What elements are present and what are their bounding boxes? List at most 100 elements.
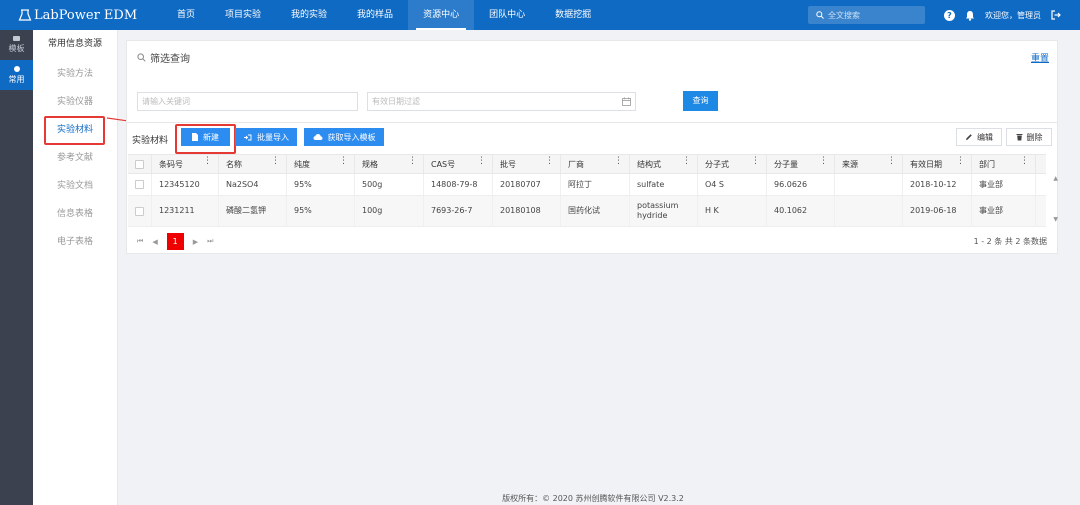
- table-cell: 500g: [355, 174, 424, 195]
- col-batch[interactable]: 批号 ⋮: [493, 155, 561, 173]
- col-source[interactable]: 来源 ⋮: [835, 155, 903, 173]
- global-search[interactable]: [808, 6, 925, 24]
- nav-data-mining[interactable]: 数据挖掘: [540, 0, 606, 30]
- calendar-icon[interactable]: [622, 97, 631, 106]
- current-page-button[interactable]: 1: [166, 233, 184, 250]
- submenu-item-methods[interactable]: 实验方法: [33, 60, 117, 88]
- table-cell: 阿拉丁: [561, 174, 630, 195]
- col-label: 规格: [362, 159, 378, 169]
- row-select-cell: [128, 196, 152, 226]
- cloud-download-icon: [313, 134, 322, 140]
- column-menu-icon[interactable]: ⋮: [203, 157, 212, 166]
- column-menu-icon[interactable]: ⋮: [477, 157, 486, 166]
- submenu-item-references[interactable]: 参考文献: [33, 144, 117, 172]
- menu-highlight-box: [44, 116, 105, 145]
- col-mol-weight[interactable]: 分子量 ⋮: [767, 155, 835, 173]
- column-menu-icon[interactable]: ⋮: [887, 157, 896, 166]
- col-department[interactable]: 部门 ⋮: [972, 155, 1036, 173]
- col-purity[interactable]: 纯度 ⋮: [287, 155, 355, 173]
- col-cas[interactable]: CAS号 ⋮: [424, 155, 493, 173]
- last-page-icon[interactable]: ⏭: [207, 237, 213, 246]
- prev-page-icon[interactable]: ◀: [152, 238, 157, 246]
- table-row[interactable]: 12345120 Na2SO4 95% 500g 14808-79-8 2018…: [128, 174, 1046, 196]
- column-menu-icon[interactable]: ⋮: [682, 157, 691, 166]
- pagination: ⏮ ◀ 1 ▶ ⏭: [137, 233, 222, 250]
- nav-home[interactable]: 首页: [162, 0, 210, 30]
- col-manufacturer[interactable]: 厂商 ⋮: [561, 155, 630, 173]
- new-file-icon: [192, 133, 198, 141]
- logout-icon[interactable]: [1051, 10, 1061, 20]
- search-icon: [137, 53, 146, 62]
- submenu-item-info-forms[interactable]: 信息表格: [33, 200, 117, 228]
- nav-resource-center[interactable]: 资源中心: [408, 0, 475, 30]
- submenu-item-documents[interactable]: 实验文档: [33, 172, 117, 200]
- trash-icon: [1016, 134, 1022, 141]
- col-barcode[interactable]: 条码号 ⋮: [152, 155, 219, 173]
- help-icon[interactable]: ?: [944, 9, 955, 21]
- table-cell: sulfate: [630, 174, 698, 195]
- column-menu-icon[interactable]: ⋮: [614, 157, 623, 166]
- app-logo[interactable]: LabPower EDM: [0, 8, 160, 23]
- keyword-input[interactable]: [138, 93, 357, 110]
- column-menu-icon[interactable]: ⋮: [408, 157, 417, 166]
- col-formula[interactable]: 分子式 ⋮: [698, 155, 767, 173]
- table-cell: 100g: [355, 196, 424, 226]
- nav-my-samples[interactable]: 我的样品: [342, 0, 408, 30]
- table-row[interactable]: 1231211 磷酸二氢钾 95% 100g 7693-26-7 2018010…: [128, 196, 1046, 227]
- welcome-user[interactable]: 欢迎您，管理员: [985, 10, 1041, 21]
- nav-team-center[interactable]: 团队中心: [474, 0, 540, 30]
- scroll-down-arrow-icon[interactable]: ▼: [1053, 216, 1058, 223]
- row-checkbox[interactable]: [135, 180, 144, 189]
- table-cell: 事业部: [972, 196, 1036, 226]
- column-menu-icon[interactable]: ⋮: [1020, 157, 1029, 166]
- logo-flask-icon: [18, 9, 32, 21]
- col-name[interactable]: 名称 ⋮: [219, 155, 287, 173]
- table-cell: O4 S: [698, 174, 767, 195]
- new-button[interactable]: 新建: [181, 128, 230, 146]
- column-menu-icon[interactable]: ⋮: [339, 157, 348, 166]
- column-menu-icon[interactable]: ⋮: [271, 157, 280, 166]
- get-template-button[interactable]: 获取导入模板: [304, 128, 384, 146]
- query-button[interactable]: 查询: [683, 91, 718, 111]
- col-label: 条码号: [159, 159, 183, 169]
- submenu-item-spreadsheets[interactable]: 电子表格: [33, 228, 117, 256]
- top-bar: LabPower EDM 首页 项目实验 我的实验 我的样品 资源中心 团队中心…: [0, 0, 1080, 30]
- col-label: 有效日期: [910, 159, 942, 169]
- nav-project-experiments[interactable]: 项目实验: [210, 0, 276, 30]
- submenu-item-instruments[interactable]: 实验仪器: [33, 88, 117, 116]
- delete-button[interactable]: 删除: [1006, 128, 1052, 146]
- global-search-input[interactable]: [828, 10, 918, 20]
- date-filter-input[interactable]: [368, 93, 635, 110]
- filter-title-text: 筛选查询: [150, 54, 190, 65]
- next-page-icon[interactable]: ▶: [193, 238, 198, 246]
- keyword-field[interactable]: [137, 92, 358, 111]
- col-structure[interactable]: 结构式 ⋮: [630, 155, 698, 173]
- rail-item-templates[interactable]: 模板: [0, 30, 33, 60]
- reset-link[interactable]: 重置: [1031, 51, 1049, 64]
- new-button-label: 新建: [203, 132, 219, 142]
- col-spec[interactable]: 规格 ⋮: [355, 155, 424, 173]
- col-label: 结构式: [637, 159, 661, 169]
- table-cell: 事业部: [972, 174, 1036, 195]
- search-icon: [816, 11, 824, 19]
- edit-button[interactable]: 编辑: [956, 128, 1002, 146]
- date-filter-field[interactable]: [367, 92, 636, 111]
- column-menu-icon[interactable]: ⋮: [819, 157, 828, 166]
- column-menu-icon[interactable]: ⋮: [751, 157, 760, 166]
- batch-import-button[interactable]: 批量导入: [235, 128, 297, 146]
- col-expiry[interactable]: 有效日期 ⋮: [903, 155, 972, 173]
- bell-icon[interactable]: [965, 10, 975, 21]
- rail-item-common[interactable]: 常用: [0, 60, 33, 90]
- row-checkbox[interactable]: [135, 206, 144, 216]
- column-menu-icon[interactable]: ⋮: [956, 157, 965, 166]
- table-cell: 12345120: [152, 174, 219, 195]
- col-label: 分子量: [774, 159, 798, 169]
- get-template-label: 获取导入模板: [327, 132, 376, 142]
- column-menu-icon[interactable]: ⋮: [545, 157, 554, 166]
- scroll-up-arrow-icon[interactable]: ▲: [1053, 175, 1058, 182]
- select-all-checkbox[interactable]: [135, 159, 144, 169]
- nav-my-experiments[interactable]: 我的实验: [276, 0, 342, 30]
- table-cell: potassium hydride: [630, 196, 698, 226]
- first-page-icon[interactable]: ⏮: [137, 237, 143, 246]
- materials-grid-panel: 实验材料 新建 批量导入 获取导入模板 编辑 删除 条码号 ⋮ 名称 ⋮ 纯度 …: [126, 122, 1058, 254]
